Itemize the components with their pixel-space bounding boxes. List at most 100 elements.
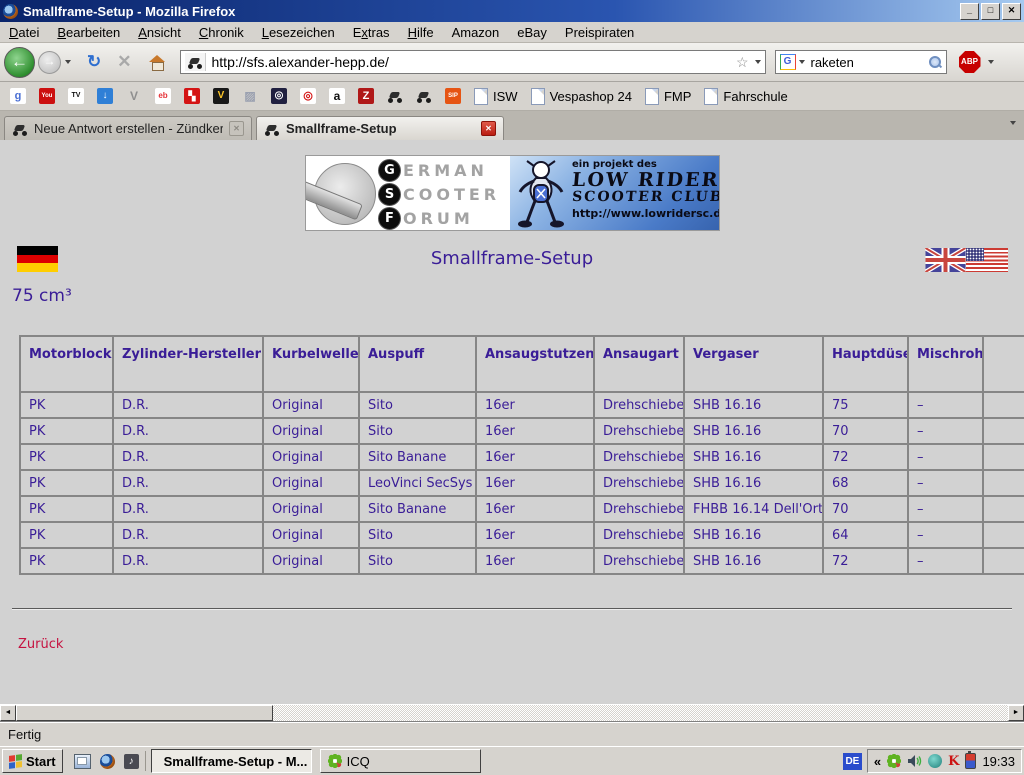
- tab-2[interactable]: Smallframe-Setup✕: [256, 116, 504, 140]
- search-input[interactable]: raketen: [811, 55, 928, 70]
- icq-task-icon: [328, 754, 342, 768]
- table-row: PKD.R.OriginalSito Banane16erDrehschiebe…: [20, 444, 1024, 470]
- url-bar[interactable]: http://sfs.alexander-hepp.de/ ☆: [180, 50, 766, 74]
- forward-button[interactable]: →: [38, 51, 61, 74]
- bookmark-z-shop[interactable]: Z: [358, 88, 374, 104]
- menu-amazon[interactable]: Amazon: [443, 23, 509, 42]
- network-monitor-icon[interactable]: [928, 754, 942, 768]
- tab-close-button[interactable]: ✕: [229, 121, 244, 136]
- menu-ansicht[interactable]: Ansicht: [129, 23, 190, 42]
- isw-page-icon: [474, 88, 488, 105]
- menu-bearbeiten[interactable]: Bearbeiten: [48, 23, 129, 42]
- youtube-icon: You: [39, 88, 55, 104]
- tab-1[interactable]: Neue Antwort erstellen - Zündkerze veru.…: [4, 116, 252, 140]
- google-icon: g: [10, 88, 26, 104]
- quick-launch: ♪: [68, 751, 146, 771]
- volume-icon[interactable]: [907, 754, 922, 768]
- task-button-1[interactable]: Smallframe-Setup - M...: [151, 749, 312, 773]
- bookmark-vespashop-24[interactable]: Vespashop 24: [531, 88, 632, 105]
- battery-icon[interactable]: [965, 753, 976, 769]
- media-player-icon[interactable]: ♪: [124, 754, 139, 769]
- uk-flag[interactable]: [925, 248, 966, 272]
- bookmark-target[interactable]: ◎: [300, 88, 316, 104]
- gsf-lowrider-banner[interactable]: GERMANSCOOTERFORUM ein projekt des LOW R: [305, 155, 720, 231]
- table-cell: Sito: [359, 522, 476, 548]
- tab-overflow-dropdown-icon[interactable]: [1010, 121, 1016, 125]
- tab-scooter-favicon: [264, 121, 280, 137]
- lowrider-name-line2: SCOOTER CLUB: [571, 190, 719, 205]
- bookmark-google[interactable]: g: [10, 88, 26, 104]
- tray-chevron-icon[interactable]: «: [874, 754, 881, 769]
- scroll-left-button[interactable]: ◄: [0, 705, 16, 721]
- bookmark-star-icon[interactable]: ☆: [736, 54, 749, 71]
- bookmark-download[interactable]: ↓: [97, 88, 113, 104]
- bookmark-red-logo[interactable]: ▚: [184, 88, 200, 104]
- minimize-button[interactable]: _: [960, 3, 979, 20]
- firefox-window-icon: [3, 4, 18, 19]
- menu-lesezeichen[interactable]: Lesezeichen: [253, 23, 344, 42]
- home-button[interactable]: [148, 55, 166, 70]
- bookmark-scooter-2[interactable]: [416, 88, 432, 104]
- maximize-button[interactable]: □: [981, 3, 1000, 20]
- task-label: Smallframe-Setup - M...: [164, 754, 308, 769]
- google-engine-icon[interactable]: G: [780, 54, 796, 70]
- bookmark-scooter-1[interactable]: [387, 88, 403, 104]
- bookmark-vespa-color[interactable]: V: [213, 88, 229, 104]
- scooter-1-scooter-icon: [387, 88, 403, 104]
- table-cell: 64: [823, 522, 908, 548]
- us-flag[interactable]: [966, 248, 1008, 272]
- adblock-dropdown-icon[interactable]: [988, 60, 994, 64]
- reload-button[interactable]: ↻: [87, 52, 101, 72]
- url-dropdown-icon[interactable]: [755, 60, 761, 64]
- table-cell: –: [908, 496, 983, 522]
- forward-dropdown-icon[interactable]: [65, 60, 71, 64]
- table-cell: SHB 16.16: [684, 418, 823, 444]
- bookmark-fahrschule[interactable]: Fahrschule: [704, 88, 787, 105]
- url-input[interactable]: http://sfs.alexander-hepp.de/: [212, 54, 736, 70]
- table-cell: 72: [823, 444, 908, 470]
- icq-tray-icon[interactable]: [887, 754, 901, 768]
- bookmark-gray-part[interactable]: ▨: [242, 88, 258, 104]
- bookmark-ebay[interactable]: eb: [155, 88, 171, 104]
- menu-ebay[interactable]: eBay: [508, 23, 556, 42]
- gsf-letter-ball: G: [378, 159, 401, 182]
- bookmark-tv-info[interactable]: TV: [68, 88, 84, 104]
- stop-button[interactable]: ✕: [117, 52, 131, 72]
- search-magnifier-icon[interactable]: [928, 55, 942, 69]
- tab-close-button[interactable]: ✕: [481, 121, 496, 136]
- back-button[interactable]: ←: [4, 47, 35, 78]
- table-cell: Drehschieber: [594, 496, 684, 522]
- menu-hilfe[interactable]: Hilfe: [399, 23, 443, 42]
- firefox-quicklaunch-icon[interactable]: [100, 754, 115, 769]
- bookmark-vespa-v[interactable]: V: [126, 88, 142, 104]
- menu-extras[interactable]: Extras: [344, 23, 399, 42]
- start-button[interactable]: Start: [2, 749, 63, 773]
- table-cell: Sito Banane: [359, 444, 476, 470]
- language-indicator[interactable]: DE: [843, 753, 862, 770]
- bookmark-label: ISW: [493, 89, 518, 104]
- english-language-flags[interactable]: [925, 248, 1008, 272]
- table-cell: Sito Banane: [359, 496, 476, 522]
- adblock-plus-icon[interactable]: ABP: [959, 51, 981, 73]
- table-row: PKD.R.OriginalSito16erDrehschieberSHB 16…: [20, 392, 1024, 418]
- close-button[interactable]: ✕: [1002, 3, 1021, 20]
- back-link[interactable]: Zurück: [18, 637, 63, 652]
- bookmark-youtube[interactable]: You: [39, 88, 55, 104]
- menu-preispiraten[interactable]: Preispiraten: [556, 23, 643, 42]
- bookmark-sip[interactable]: SIP: [445, 88, 461, 104]
- task-button-2[interactable]: ICQ: [320, 749, 481, 773]
- bookmark-dark-ring[interactable]: ◎: [271, 88, 287, 104]
- menu-datei[interactable]: Datei: [0, 23, 48, 42]
- gsf-row: SCOOTER: [378, 182, 500, 206]
- search-box[interactable]: G raketen: [775, 50, 947, 74]
- scrollbar-thumb[interactable]: [16, 705, 273, 721]
- menu-chronik[interactable]: Chronik: [190, 23, 253, 42]
- bookmark-isw[interactable]: ISW: [474, 88, 518, 105]
- bookmark-fmp[interactable]: FMP: [645, 88, 691, 105]
- show-desktop-icon[interactable]: [74, 754, 91, 769]
- scroll-right-button[interactable]: ►: [1008, 705, 1024, 721]
- bookmark-amazon[interactable]: a: [329, 88, 345, 104]
- horizontal-scrollbar[interactable]: ◄ ►: [0, 704, 1024, 721]
- kaspersky-icon[interactable]: K: [948, 754, 959, 769]
- engine-dropdown-icon[interactable]: [799, 60, 805, 64]
